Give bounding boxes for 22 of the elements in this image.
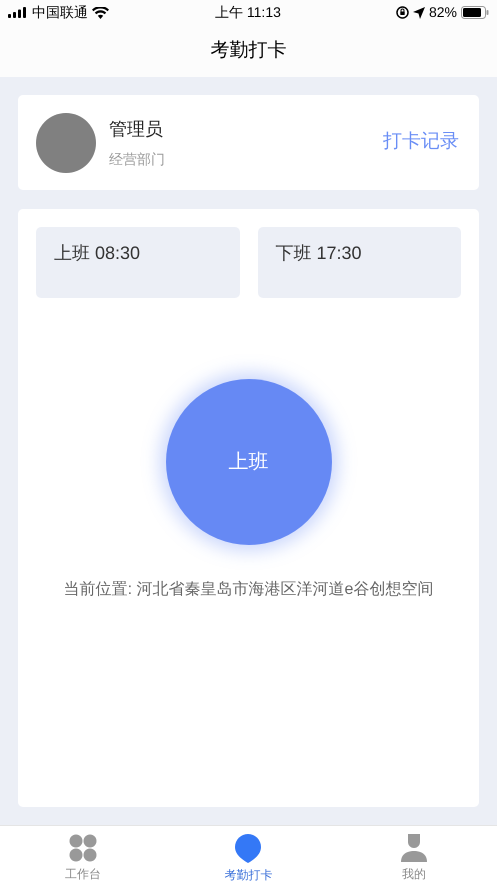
signal-icon — [8, 7, 28, 18]
location-pin-icon — [235, 834, 262, 863]
rotation-lock-icon — [396, 6, 409, 19]
shift-time: 上班 08:30 — [54, 243, 140, 263]
grid-icon — [68, 834, 97, 862]
carrier-name: 中国联通 — [32, 3, 88, 22]
status-time: 上午 11:13 — [215, 3, 281, 22]
page-title: 考勤打卡 — [210, 38, 286, 63]
tab-item[interactable]: 考勤打卡 — [166, 826, 332, 883]
tab-item[interactable]: 我的 — [331, 826, 497, 883]
shift-time: 下班 17:30 — [276, 243, 362, 263]
user-name: 管理员 — [109, 118, 164, 140]
punch-button[interactable]: 上班 — [166, 379, 332, 545]
user-icon — [401, 834, 428, 862]
location-arrow-icon — [412, 6, 425, 18]
tab-item[interactable]: 工作台 — [0, 826, 166, 883]
records-link[interactable]: 打卡记录 — [383, 128, 459, 157]
wifi-icon — [92, 6, 109, 18]
battery-icon — [461, 6, 489, 19]
department-name: 经营部门 — [109, 150, 165, 168]
battery-percent: 82% — [428, 3, 457, 22]
location-text: 当前位置: 河北省秦皇岛市海港区洋河道e谷创想空间 — [62, 580, 434, 600]
